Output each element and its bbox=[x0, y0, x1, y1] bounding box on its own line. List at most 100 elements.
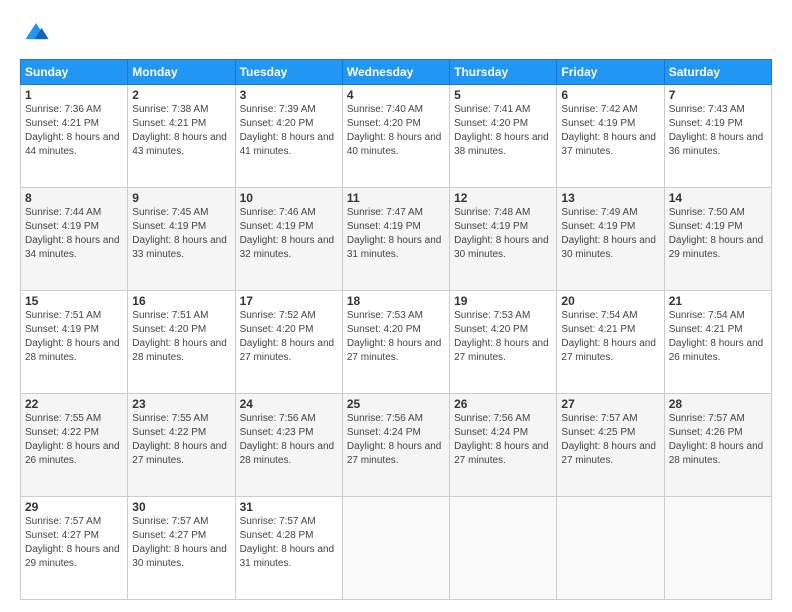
day-number: 26 bbox=[454, 397, 552, 411]
calendar-cell: 31Sunrise: 7:57 AM Sunset: 4:28 PM Dayli… bbox=[235, 497, 342, 600]
day-number: 21 bbox=[669, 294, 767, 308]
day-info: Sunrise: 7:51 AM Sunset: 4:20 PM Dayligh… bbox=[132, 309, 230, 365]
logo bbox=[20, 16, 50, 49]
calendar-week-row: 22Sunrise: 7:55 AM Sunset: 4:22 PM Dayli… bbox=[21, 394, 772, 497]
day-info: Sunrise: 7:41 AM Sunset: 4:20 PM Dayligh… bbox=[454, 103, 552, 159]
day-number: 20 bbox=[561, 294, 659, 308]
day-info: Sunrise: 7:49 AM Sunset: 4:19 PM Dayligh… bbox=[561, 206, 659, 262]
calendar-cell: 17Sunrise: 7:52 AM Sunset: 4:20 PM Dayli… bbox=[235, 291, 342, 394]
day-info: Sunrise: 7:36 AM Sunset: 4:21 PM Dayligh… bbox=[25, 103, 123, 159]
day-number: 25 bbox=[347, 397, 445, 411]
calendar-cell: 21Sunrise: 7:54 AM Sunset: 4:21 PM Dayli… bbox=[664, 291, 771, 394]
day-number: 23 bbox=[132, 397, 230, 411]
calendar-cell: 8Sunrise: 7:44 AM Sunset: 4:19 PM Daylig… bbox=[21, 188, 128, 291]
day-number: 10 bbox=[240, 191, 338, 205]
calendar-cell: 25Sunrise: 7:56 AM Sunset: 4:24 PM Dayli… bbox=[342, 394, 449, 497]
calendar-day-header: Tuesday bbox=[235, 60, 342, 85]
day-info: Sunrise: 7:45 AM Sunset: 4:19 PM Dayligh… bbox=[132, 206, 230, 262]
calendar-cell bbox=[450, 497, 557, 600]
calendar-cell: 19Sunrise: 7:53 AM Sunset: 4:20 PM Dayli… bbox=[450, 291, 557, 394]
day-number: 14 bbox=[669, 191, 767, 205]
calendar-cell: 24Sunrise: 7:56 AM Sunset: 4:23 PM Dayli… bbox=[235, 394, 342, 497]
calendar-cell: 10Sunrise: 7:46 AM Sunset: 4:19 PM Dayli… bbox=[235, 188, 342, 291]
calendar-cell: 23Sunrise: 7:55 AM Sunset: 4:22 PM Dayli… bbox=[128, 394, 235, 497]
day-info: Sunrise: 7:53 AM Sunset: 4:20 PM Dayligh… bbox=[454, 309, 552, 365]
day-info: Sunrise: 7:42 AM Sunset: 4:19 PM Dayligh… bbox=[561, 103, 659, 159]
calendar-day-header: Saturday bbox=[664, 60, 771, 85]
day-info: Sunrise: 7:54 AM Sunset: 4:21 PM Dayligh… bbox=[561, 309, 659, 365]
day-info: Sunrise: 7:56 AM Sunset: 4:24 PM Dayligh… bbox=[454, 412, 552, 468]
calendar-cell: 15Sunrise: 7:51 AM Sunset: 4:19 PM Dayli… bbox=[21, 291, 128, 394]
calendar-cell: 27Sunrise: 7:57 AM Sunset: 4:25 PM Dayli… bbox=[557, 394, 664, 497]
day-number: 3 bbox=[240, 88, 338, 102]
calendar-cell: 18Sunrise: 7:53 AM Sunset: 4:20 PM Dayli… bbox=[342, 291, 449, 394]
day-info: Sunrise: 7:46 AM Sunset: 4:19 PM Dayligh… bbox=[240, 206, 338, 262]
calendar-cell: 11Sunrise: 7:47 AM Sunset: 4:19 PM Dayli… bbox=[342, 188, 449, 291]
day-number: 30 bbox=[132, 500, 230, 514]
calendar-day-header: Friday bbox=[557, 60, 664, 85]
calendar-day-header: Thursday bbox=[450, 60, 557, 85]
day-number: 15 bbox=[25, 294, 123, 308]
calendar-week-row: 15Sunrise: 7:51 AM Sunset: 4:19 PM Dayli… bbox=[21, 291, 772, 394]
calendar-cell: 14Sunrise: 7:50 AM Sunset: 4:19 PM Dayli… bbox=[664, 188, 771, 291]
calendar-day-header: Sunday bbox=[21, 60, 128, 85]
day-number: 7 bbox=[669, 88, 767, 102]
calendar-cell: 6Sunrise: 7:42 AM Sunset: 4:19 PM Daylig… bbox=[557, 85, 664, 188]
day-number: 2 bbox=[132, 88, 230, 102]
calendar-cell: 28Sunrise: 7:57 AM Sunset: 4:26 PM Dayli… bbox=[664, 394, 771, 497]
day-info: Sunrise: 7:57 AM Sunset: 4:28 PM Dayligh… bbox=[240, 515, 338, 571]
day-info: Sunrise: 7:48 AM Sunset: 4:19 PM Dayligh… bbox=[454, 206, 552, 262]
day-info: Sunrise: 7:47 AM Sunset: 4:19 PM Dayligh… bbox=[347, 206, 445, 262]
calendar-cell: 22Sunrise: 7:55 AM Sunset: 4:22 PM Dayli… bbox=[21, 394, 128, 497]
day-number: 28 bbox=[669, 397, 767, 411]
calendar-table: SundayMondayTuesdayWednesdayThursdayFrid… bbox=[20, 59, 772, 600]
day-number: 8 bbox=[25, 191, 123, 205]
calendar-header-row: SundayMondayTuesdayWednesdayThursdayFrid… bbox=[21, 60, 772, 85]
day-number: 13 bbox=[561, 191, 659, 205]
day-info: Sunrise: 7:57 AM Sunset: 4:27 PM Dayligh… bbox=[25, 515, 123, 571]
day-number: 19 bbox=[454, 294, 552, 308]
day-info: Sunrise: 7:40 AM Sunset: 4:20 PM Dayligh… bbox=[347, 103, 445, 159]
calendar-week-row: 8Sunrise: 7:44 AM Sunset: 4:19 PM Daylig… bbox=[21, 188, 772, 291]
day-info: Sunrise: 7:50 AM Sunset: 4:19 PM Dayligh… bbox=[669, 206, 767, 262]
calendar-day-header: Monday bbox=[128, 60, 235, 85]
calendar-cell: 3Sunrise: 7:39 AM Sunset: 4:20 PM Daylig… bbox=[235, 85, 342, 188]
day-number: 5 bbox=[454, 88, 552, 102]
calendar-week-row: 1Sunrise: 7:36 AM Sunset: 4:21 PM Daylig… bbox=[21, 85, 772, 188]
day-info: Sunrise: 7:55 AM Sunset: 4:22 PM Dayligh… bbox=[132, 412, 230, 468]
day-number: 31 bbox=[240, 500, 338, 514]
day-number: 16 bbox=[132, 294, 230, 308]
day-info: Sunrise: 7:56 AM Sunset: 4:23 PM Dayligh… bbox=[240, 412, 338, 468]
day-number: 9 bbox=[132, 191, 230, 205]
day-number: 1 bbox=[25, 88, 123, 102]
day-info: Sunrise: 7:57 AM Sunset: 4:27 PM Dayligh… bbox=[132, 515, 230, 571]
day-number: 11 bbox=[347, 191, 445, 205]
day-number: 22 bbox=[25, 397, 123, 411]
day-info: Sunrise: 7:55 AM Sunset: 4:22 PM Dayligh… bbox=[25, 412, 123, 468]
day-info: Sunrise: 7:38 AM Sunset: 4:21 PM Dayligh… bbox=[132, 103, 230, 159]
day-info: Sunrise: 7:57 AM Sunset: 4:25 PM Dayligh… bbox=[561, 412, 659, 468]
calendar-cell: 7Sunrise: 7:43 AM Sunset: 4:19 PM Daylig… bbox=[664, 85, 771, 188]
logo-icon bbox=[22, 16, 50, 44]
calendar-cell: 20Sunrise: 7:54 AM Sunset: 4:21 PM Dayli… bbox=[557, 291, 664, 394]
calendar-cell: 13Sunrise: 7:49 AM Sunset: 4:19 PM Dayli… bbox=[557, 188, 664, 291]
day-number: 4 bbox=[347, 88, 445, 102]
calendar-cell bbox=[664, 497, 771, 600]
calendar-cell: 1Sunrise: 7:36 AM Sunset: 4:21 PM Daylig… bbox=[21, 85, 128, 188]
day-number: 18 bbox=[347, 294, 445, 308]
calendar-cell: 26Sunrise: 7:56 AM Sunset: 4:24 PM Dayli… bbox=[450, 394, 557, 497]
calendar-cell: 4Sunrise: 7:40 AM Sunset: 4:20 PM Daylig… bbox=[342, 85, 449, 188]
day-info: Sunrise: 7:52 AM Sunset: 4:20 PM Dayligh… bbox=[240, 309, 338, 365]
day-number: 29 bbox=[25, 500, 123, 514]
page: SundayMondayTuesdayWednesdayThursdayFrid… bbox=[0, 0, 792, 612]
day-info: Sunrise: 7:54 AM Sunset: 4:21 PM Dayligh… bbox=[669, 309, 767, 365]
calendar-cell bbox=[342, 497, 449, 600]
calendar-day-header: Wednesday bbox=[342, 60, 449, 85]
calendar-cell: 30Sunrise: 7:57 AM Sunset: 4:27 PM Dayli… bbox=[128, 497, 235, 600]
day-info: Sunrise: 7:44 AM Sunset: 4:19 PM Dayligh… bbox=[25, 206, 123, 262]
calendar-cell bbox=[557, 497, 664, 600]
day-info: Sunrise: 7:56 AM Sunset: 4:24 PM Dayligh… bbox=[347, 412, 445, 468]
day-info: Sunrise: 7:53 AM Sunset: 4:20 PM Dayligh… bbox=[347, 309, 445, 365]
calendar-cell: 2Sunrise: 7:38 AM Sunset: 4:21 PM Daylig… bbox=[128, 85, 235, 188]
day-info: Sunrise: 7:51 AM Sunset: 4:19 PM Dayligh… bbox=[25, 309, 123, 365]
